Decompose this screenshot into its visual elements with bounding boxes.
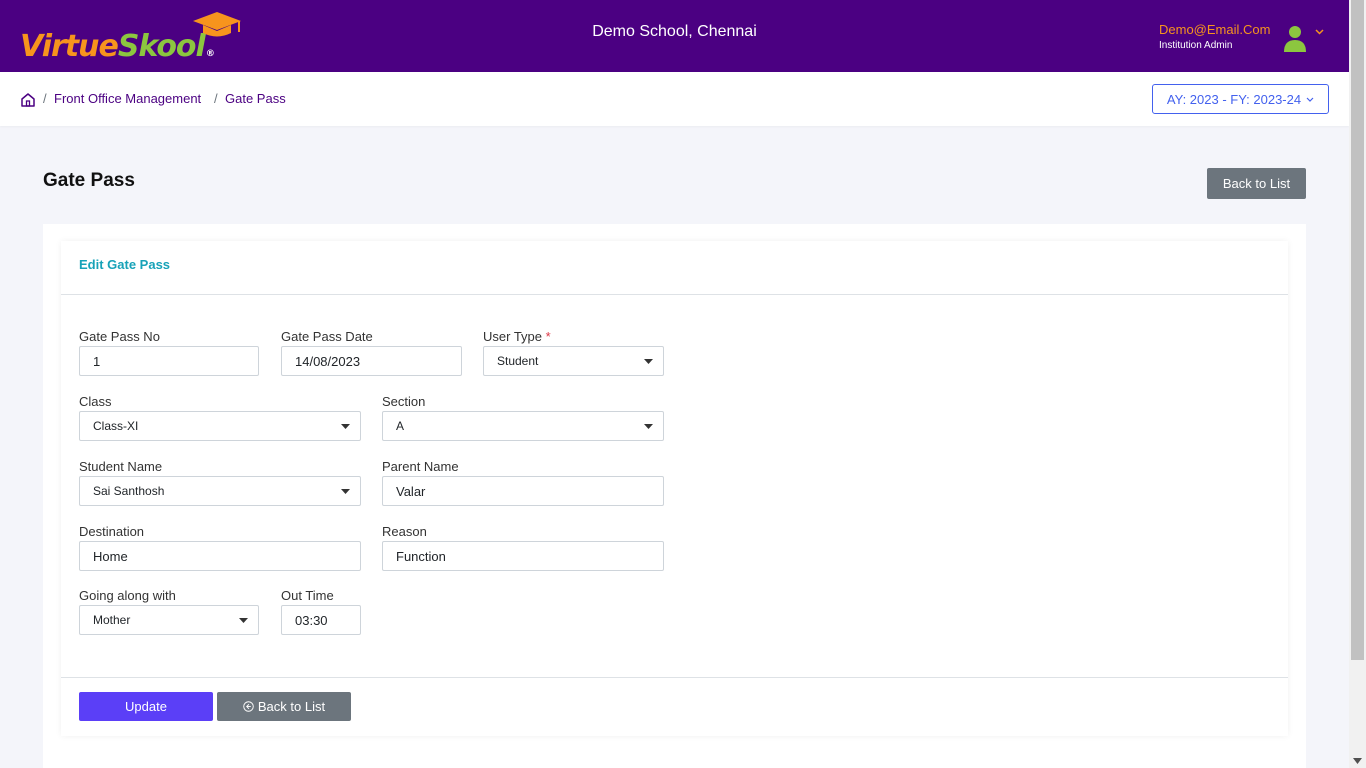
destination-label: Destination (79, 524, 145, 539)
scroll-down-arrow-icon[interactable] (1353, 758, 1362, 764)
out-time-input[interactable]: 03:30 (281, 605, 361, 635)
class-select[interactable]: Class-XI (79, 411, 361, 441)
breadcrumb-front-office[interactable]: Front Office Management (54, 91, 201, 106)
required-mark: * (545, 329, 551, 344)
student-name-value: Sai Santhosh (93, 484, 165, 498)
back-to-list-label: Back to List (257, 699, 326, 714)
breadcrumb-bar (0, 72, 1349, 126)
reason-input[interactable]: Function (382, 541, 664, 571)
page-title: Gate Pass (43, 170, 135, 191)
chevron-down-icon (1306, 97, 1314, 102)
breadcrumb-separator: / (214, 91, 218, 106)
out-time-value: 03:30 (295, 612, 328, 628)
circle-arrow-left-icon (243, 701, 254, 712)
destination-value: Home (93, 548, 128, 564)
academic-year-label: AY: 2023 - FY: 2023-24 (1166, 91, 1302, 107)
update-button[interactable]: Update (79, 692, 213, 721)
gate-pass-no-input[interactable]: 1 (79, 346, 259, 376)
academic-year-dropdown[interactable]: AY: 2023 - FY: 2023-24 (1152, 84, 1329, 114)
out-time-label: Out Time (281, 588, 334, 603)
section-label: Section (382, 394, 426, 409)
caret-down-icon (239, 618, 248, 623)
class-label: Class (79, 394, 112, 409)
parent-name-value: Valar (396, 483, 426, 499)
back-to-list-button[interactable]: Back to List (1207, 168, 1306, 199)
parent-name-input[interactable]: Valar (382, 476, 664, 506)
caret-down-icon (644, 424, 653, 429)
section-select[interactable]: A (382, 411, 664, 441)
chevron-down-icon[interactable] (1315, 29, 1324, 35)
student-name-label: Student Name (79, 459, 163, 474)
gate-pass-date-value: 14/08/2023 (295, 353, 361, 369)
breadcrumb-gate-pass[interactable]: Gate Pass (225, 91, 286, 106)
top-header: VirtueSkool® Demo School, Chennai Demo@E… (0, 0, 1349, 72)
user-email[interactable]: Demo@Email.Com (1159, 22, 1270, 37)
user-role: Institution Admin (1159, 40, 1233, 51)
back-to-list-footer-button[interactable]: Back to List (217, 692, 351, 721)
reason-label: Reason (382, 524, 427, 539)
going-along-with-label: Going along with (79, 588, 176, 603)
school-name: Demo School, Chennai (592, 23, 757, 40)
gate-pass-no-label: Gate Pass No (79, 329, 160, 344)
user-type-label: User Type * (483, 329, 551, 344)
going-along-with-select[interactable]: Mother (79, 605, 259, 635)
form-title: Edit Gate Pass (79, 257, 171, 272)
user-type-select[interactable]: Student (483, 346, 664, 376)
section-value: A (396, 419, 405, 433)
user-type-value: Student (497, 354, 539, 368)
breadcrumb-separator: / (43, 91, 47, 106)
caret-down-icon (341, 424, 350, 429)
reason-value: Function (396, 548, 446, 564)
gate-pass-date-input[interactable]: 14/08/2023 (281, 346, 462, 376)
user-type-label-text: User Type (483, 329, 543, 344)
caret-down-icon (341, 489, 350, 494)
parent-name-label: Parent Name (382, 459, 459, 474)
destination-input[interactable]: Home (79, 541, 361, 571)
student-name-select[interactable]: Sai Santhosh (79, 476, 361, 506)
gate-pass-no-value: 1 (93, 353, 101, 369)
gate-pass-date-label: Gate Pass Date (281, 329, 373, 344)
class-value: Class-XI (93, 419, 139, 433)
divider (61, 677, 1288, 678)
home-icon[interactable] (20, 92, 36, 108)
logo-registered: ® (205, 49, 215, 59)
caret-down-icon (644, 359, 653, 364)
scrollbar-thumb[interactable] (1351, 0, 1364, 660)
user-avatar-icon[interactable] (1283, 24, 1307, 52)
going-along-with-value: Mother (93, 613, 131, 627)
divider (61, 294, 1288, 295)
